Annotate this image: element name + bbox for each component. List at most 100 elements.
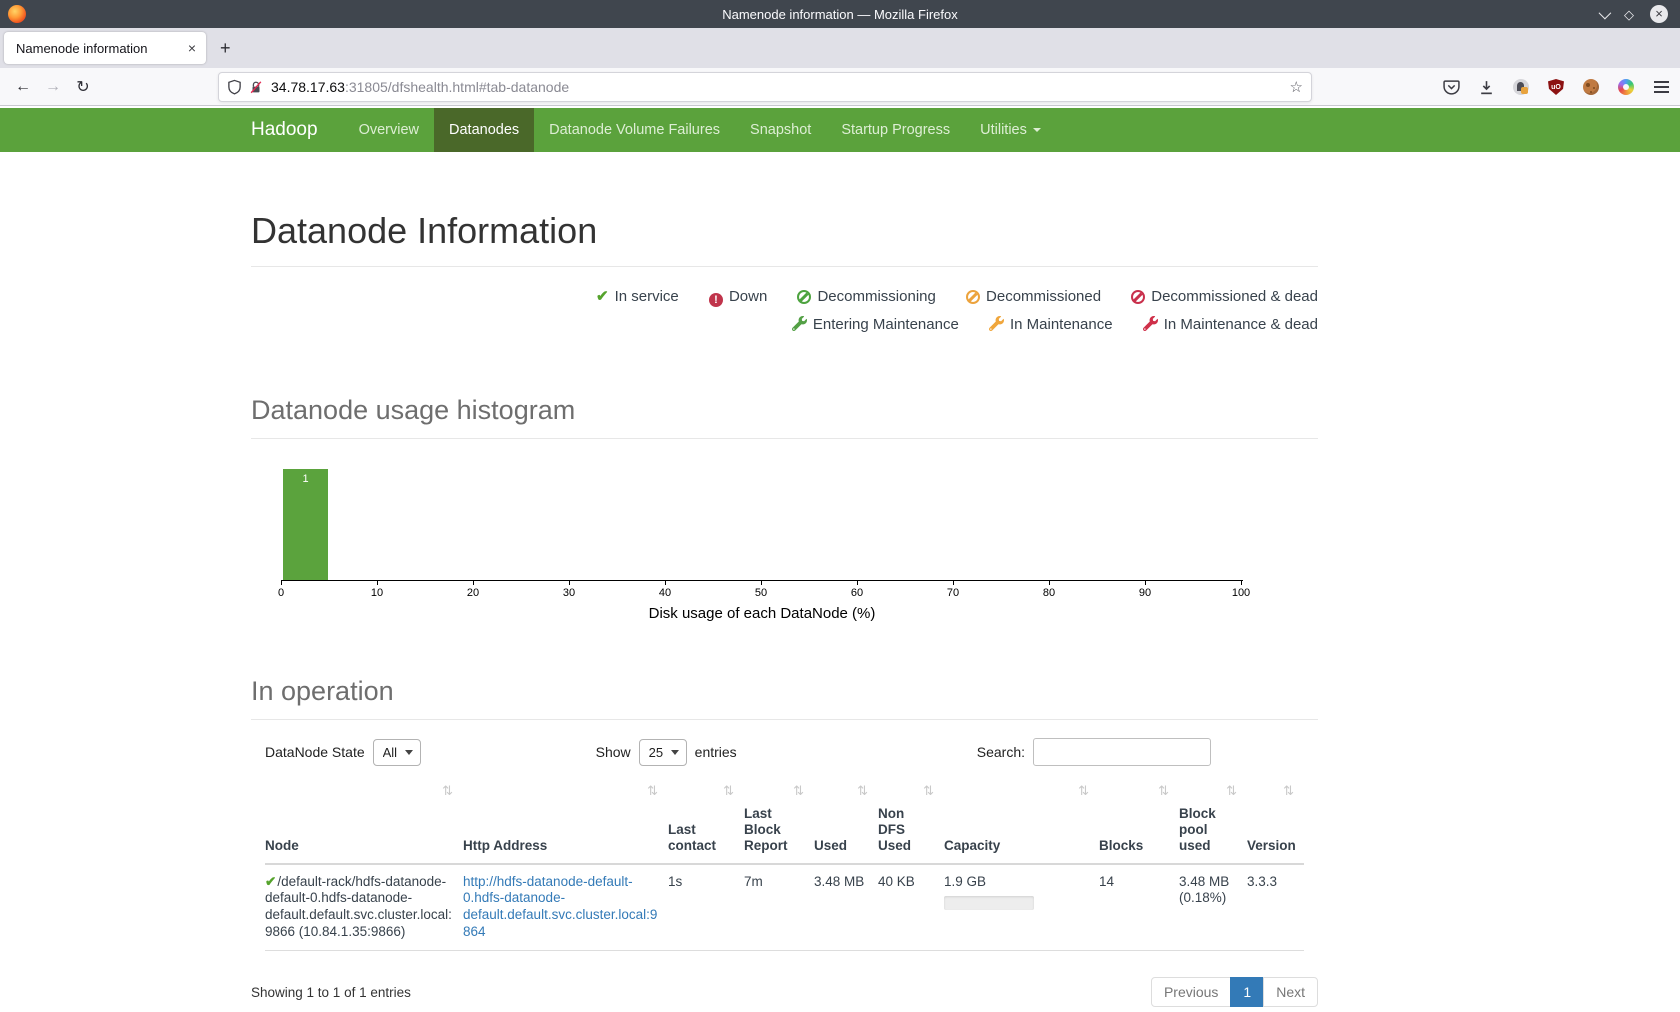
url-host: 34.78.17.63: [271, 79, 345, 95]
legend-decommissioned-dead: Decommissioned & dead: [1131, 288, 1318, 305]
starburst-extension-icon[interactable]: [1617, 78, 1635, 96]
nav-item-overview[interactable]: Overview: [344, 108, 434, 152]
in-operation-heading: In operation: [251, 676, 1318, 707]
window-title: Namenode information — Mozilla Firefox: [0, 7, 1680, 22]
cell-http-address: http://hdfs-datanode-default-0.hdfs-data…: [463, 864, 668, 951]
legend-in-maintenance: In Maintenance: [989, 316, 1117, 333]
ban-circle-icon: [1131, 290, 1145, 304]
nav-item-utilities[interactable]: Utilities: [965, 108, 1056, 152]
histogram-heading: Datanode usage histogram: [251, 395, 1318, 426]
datanode-http-link[interactable]: http://hdfs-datanode-default-0.hdfs-data…: [463, 874, 657, 940]
nav-item-datanodes[interactable]: Datanodes: [434, 108, 534, 152]
sort-icon: ⇅: [1158, 783, 1169, 799]
pagination-next[interactable]: Next: [1263, 977, 1318, 1007]
ban-circle-icon: [966, 290, 980, 304]
divider: [251, 719, 1318, 720]
window-close-icon[interactable]: ×: [1650, 5, 1668, 23]
cell-block-pool-used: 3.48 MB (0.18%): [1179, 864, 1247, 951]
tab-namenode-information[interactable]: Namenode information ×: [4, 32, 206, 64]
tab-bar: Namenode information × +: [0, 28, 1680, 68]
datanode-state-select[interactable]: All: [373, 739, 421, 766]
datanodes-table: ⇅Node ⇅Http Address ⇅Last contact ⇅Last …: [265, 780, 1304, 951]
bookmark-star-icon[interactable]: ☆: [1290, 78, 1303, 96]
cell-version: 3.3.3: [1247, 864, 1304, 951]
forward-button[interactable]: →: [38, 78, 68, 96]
navbar-brand[interactable]: Hadoop: [251, 108, 344, 152]
datanode-status-legend: ✔In service !Down Decommissioning Decomm…: [251, 283, 1318, 339]
histogram-bar: 1: [283, 469, 328, 581]
sort-icon: ⇅: [1283, 783, 1294, 799]
entries-label: entries: [695, 744, 737, 760]
wrench-icon: [792, 316, 807, 331]
new-tab-button[interactable]: +: [220, 39, 231, 57]
ban-circle-icon: [797, 290, 811, 304]
nav-item-datanode-volume-failures[interactable]: Datanode Volume Failures: [534, 108, 735, 152]
show-label: Show: [596, 744, 631, 760]
chevron-down-icon: [1033, 128, 1041, 132]
page-title: Datanode Information: [251, 210, 1318, 252]
browser-toolbar: ← → ↻ 34.78.17.63:31805/dfshealth.html#t…: [0, 68, 1680, 106]
tab-close-icon[interactable]: ×: [186, 40, 198, 56]
downloads-icon[interactable]: [1477, 78, 1495, 96]
search-input[interactable]: [1033, 738, 1211, 766]
table-row: ✔/default-rack/hdfs-datanode-default-0.h…: [265, 864, 1304, 951]
divider: [251, 266, 1318, 267]
column-header-last-contact[interactable]: ⇅Last contact: [668, 780, 744, 864]
insecure-lock-icon[interactable]: [249, 80, 263, 95]
sort-icon: ⇅: [647, 783, 658, 799]
reload-button[interactable]: ↻: [68, 77, 98, 97]
divider: [251, 438, 1318, 439]
nav-item-startup-progress[interactable]: Startup Progress: [826, 108, 965, 152]
tab-title: Namenode information: [16, 41, 186, 56]
show-entries-select[interactable]: 25: [639, 739, 687, 766]
column-header-node[interactable]: ⇅Node: [265, 780, 463, 864]
sort-icon: ⇅: [442, 783, 453, 799]
column-header-http-address[interactable]: ⇅Http Address: [463, 780, 668, 864]
pocket-icon[interactable]: [1442, 78, 1460, 96]
capacity-progress-bar: [944, 896, 1034, 910]
pagination-previous[interactable]: Previous: [1151, 977, 1231, 1007]
x-axis-title: Disk usage of each DataNode (%): [281, 605, 1243, 622]
url-bar[interactable]: 34.78.17.63:31805/dfshealth.html#tab-dat…: [218, 72, 1312, 102]
hadoop-navbar: Hadoop Overview Datanodes Datanode Volum…: [0, 108, 1680, 152]
column-header-last-block-report[interactable]: ⇅Last Block Report: [744, 780, 814, 864]
sort-icon: ⇅: [857, 783, 868, 799]
search-label: Search:: [977, 744, 1025, 760]
check-icon: ✔: [596, 288, 609, 305]
cell-blocks: 14: [1099, 864, 1179, 951]
tracking-shield-icon[interactable]: [227, 79, 242, 95]
sort-icon: ⇅: [1078, 783, 1089, 799]
column-header-block-pool-used[interactable]: ⇅Block pool used: [1179, 780, 1247, 864]
sort-icon: ⇅: [923, 783, 934, 799]
menu-hamburger-icon[interactable]: [1652, 78, 1670, 96]
cell-last-contact: 1s: [668, 864, 744, 951]
datanode-state-label: DataNode State: [265, 744, 365, 760]
column-header-used[interactable]: ⇅Used: [814, 780, 878, 864]
sort-icon: ⇅: [1226, 783, 1237, 799]
cell-capacity: 1.9 GB: [944, 864, 1099, 951]
column-header-capacity[interactable]: ⇅Capacity: [944, 780, 1099, 864]
window-maximize-icon[interactable]: ◇: [1624, 8, 1634, 21]
wrench-icon: [1143, 316, 1158, 331]
legend-down: !Down: [709, 288, 772, 305]
legend-decommissioned: Decommissioned: [966, 288, 1105, 305]
cell-last-block-report: 7m: [744, 864, 814, 951]
window-titlebar: Namenode information — Mozilla Firefox ◇…: [0, 0, 1680, 28]
cookie-extension-icon[interactable]: [1582, 78, 1600, 96]
window-minimize-icon[interactable]: [1599, 6, 1612, 19]
ublock-extension-icon[interactable]: uO: [1547, 78, 1565, 96]
bar-value-label: 1: [302, 473, 308, 485]
back-button[interactable]: ←: [8, 78, 38, 96]
down-circle-icon: !: [709, 293, 723, 307]
url-path: :31805/dfshealth.html#tab-datanode: [345, 79, 569, 95]
column-header-version[interactable]: ⇅Version: [1247, 780, 1304, 864]
legend-in-maintenance-dead: In Maintenance & dead: [1143, 316, 1318, 333]
pagination-page-1[interactable]: 1: [1230, 977, 1264, 1007]
column-header-blocks[interactable]: ⇅Blocks: [1099, 780, 1179, 864]
x-axis-ticks: 0 10 20 30 40 50 60 70 80 90 100: [281, 581, 1243, 605]
cell-node: ✔/default-rack/hdfs-datanode-default-0.h…: [265, 864, 463, 951]
proxy-extension-icon[interactable]: [1512, 78, 1530, 96]
sort-icon: ⇅: [723, 783, 734, 799]
nav-item-snapshot[interactable]: Snapshot: [735, 108, 826, 152]
column-header-non-dfs-used[interactable]: ⇅Non DFS Used: [878, 780, 944, 864]
